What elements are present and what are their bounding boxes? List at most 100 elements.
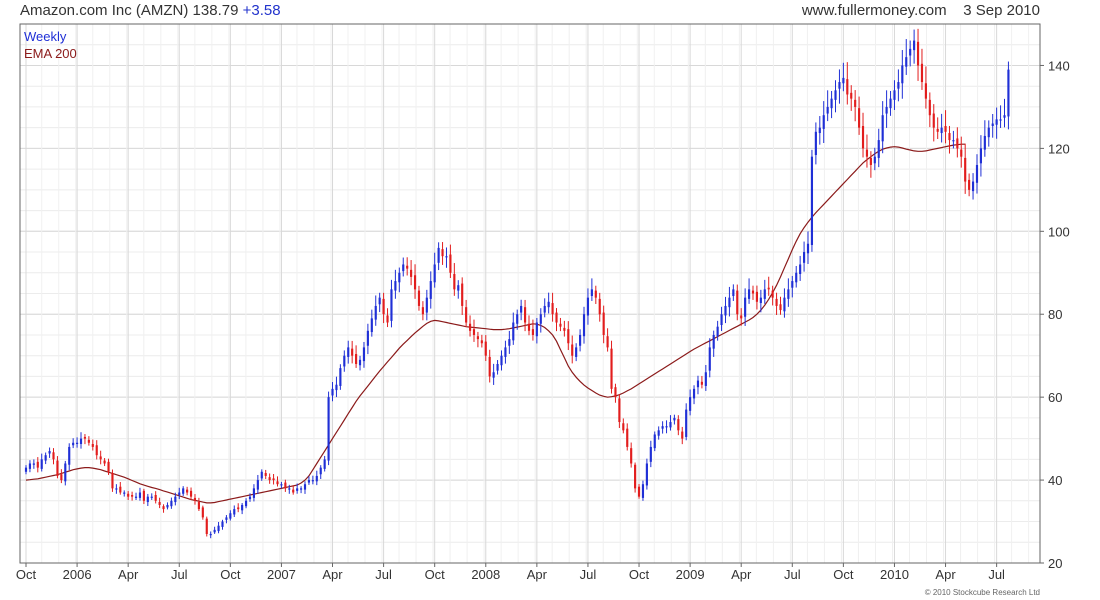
candle bbox=[186, 486, 189, 496]
candle-body bbox=[311, 480, 314, 482]
candle bbox=[830, 90, 833, 119]
candle bbox=[740, 308, 743, 326]
candle-body bbox=[964, 157, 967, 182]
candle bbox=[971, 173, 975, 200]
candle-body bbox=[834, 90, 837, 100]
candle-body bbox=[445, 256, 448, 258]
candle-body bbox=[229, 513, 232, 519]
y-tick-label: 100 bbox=[1048, 224, 1070, 239]
candle-body bbox=[527, 323, 531, 331]
candle bbox=[370, 309, 373, 337]
candle bbox=[913, 29, 916, 64]
candle-body bbox=[905, 57, 908, 67]
x-tick-label: 2009 bbox=[676, 567, 705, 582]
candle-body bbox=[213, 529, 216, 533]
candle-body bbox=[158, 502, 161, 505]
candle bbox=[626, 423, 629, 451]
candle bbox=[508, 330, 511, 354]
candle bbox=[881, 101, 884, 154]
candle-body bbox=[865, 149, 869, 157]
candle bbox=[795, 265, 798, 288]
candle-body bbox=[237, 507, 240, 510]
candle-body bbox=[771, 290, 774, 298]
candle bbox=[52, 448, 55, 465]
candle bbox=[555, 308, 558, 332]
candle bbox=[79, 432, 83, 449]
candle-body bbox=[645, 463, 648, 486]
candle-body bbox=[355, 354, 358, 364]
candle bbox=[162, 504, 165, 513]
candle-body bbox=[484, 341, 487, 356]
candle bbox=[496, 360, 499, 375]
candle-body bbox=[944, 125, 947, 132]
candle bbox=[512, 312, 515, 345]
candle-body bbox=[107, 461, 110, 472]
y-tick-label: 140 bbox=[1048, 58, 1070, 73]
candle-body bbox=[657, 430, 660, 436]
candle-body bbox=[382, 298, 385, 315]
candle-body bbox=[170, 500, 173, 507]
x-tick-label: Apr bbox=[731, 567, 752, 582]
candle bbox=[637, 483, 641, 499]
candle bbox=[441, 242, 444, 265]
candle bbox=[182, 486, 185, 496]
candle bbox=[728, 286, 731, 317]
candle-body bbox=[162, 506, 165, 510]
candle-body bbox=[661, 426, 664, 429]
x-tick-label: Jul bbox=[171, 567, 188, 582]
candle bbox=[217, 521, 220, 534]
candle-body bbox=[814, 131, 817, 156]
candle bbox=[649, 440, 652, 468]
candle-body bbox=[543, 305, 546, 313]
candle bbox=[193, 494, 197, 505]
candle-body bbox=[838, 82, 841, 89]
candle-body bbox=[362, 347, 366, 362]
candle-body bbox=[166, 504, 169, 508]
candle bbox=[480, 334, 483, 348]
candle bbox=[783, 288, 786, 318]
candle bbox=[32, 459, 35, 469]
candle-body bbox=[897, 82, 900, 89]
candle bbox=[44, 452, 47, 465]
candle-body bbox=[272, 478, 275, 481]
candle-body bbox=[634, 464, 637, 489]
candle bbox=[378, 292, 381, 313]
candle-body bbox=[971, 181, 975, 192]
candle bbox=[123, 490, 126, 497]
candle bbox=[700, 375, 703, 389]
candle-body bbox=[952, 140, 955, 142]
candle-body bbox=[476, 336, 479, 340]
candle-body bbox=[948, 133, 951, 141]
candle-body bbox=[60, 474, 63, 481]
candle bbox=[901, 50, 904, 99]
candle bbox=[681, 426, 684, 445]
candle bbox=[535, 317, 538, 344]
candle-body bbox=[351, 348, 354, 356]
candle-body bbox=[68, 446, 71, 465]
candle-body bbox=[119, 486, 122, 493]
candle-body bbox=[582, 314, 586, 337]
candle-body bbox=[991, 123, 994, 126]
candle bbox=[213, 526, 216, 534]
candle bbox=[885, 90, 888, 128]
candle bbox=[802, 241, 806, 272]
x-tick-label: Oct bbox=[833, 567, 854, 582]
x-tick-label: 2007 bbox=[267, 567, 296, 582]
candle-body bbox=[248, 496, 252, 500]
candle bbox=[983, 120, 986, 157]
candle-body bbox=[936, 128, 939, 132]
candle bbox=[1003, 98, 1006, 128]
candle-body bbox=[747, 289, 751, 299]
candle-body bbox=[901, 65, 904, 84]
candle-body bbox=[472, 329, 476, 335]
candle-body bbox=[1007, 69, 1010, 117]
candle-body bbox=[296, 488, 299, 491]
candle-body bbox=[787, 289, 790, 299]
candle-body bbox=[586, 297, 590, 316]
candle-body bbox=[571, 344, 574, 356]
candle-body bbox=[178, 492, 181, 496]
candle bbox=[241, 502, 244, 515]
candle-body bbox=[115, 488, 118, 490]
candle bbox=[488, 349, 491, 383]
candle-body bbox=[197, 502, 200, 510]
